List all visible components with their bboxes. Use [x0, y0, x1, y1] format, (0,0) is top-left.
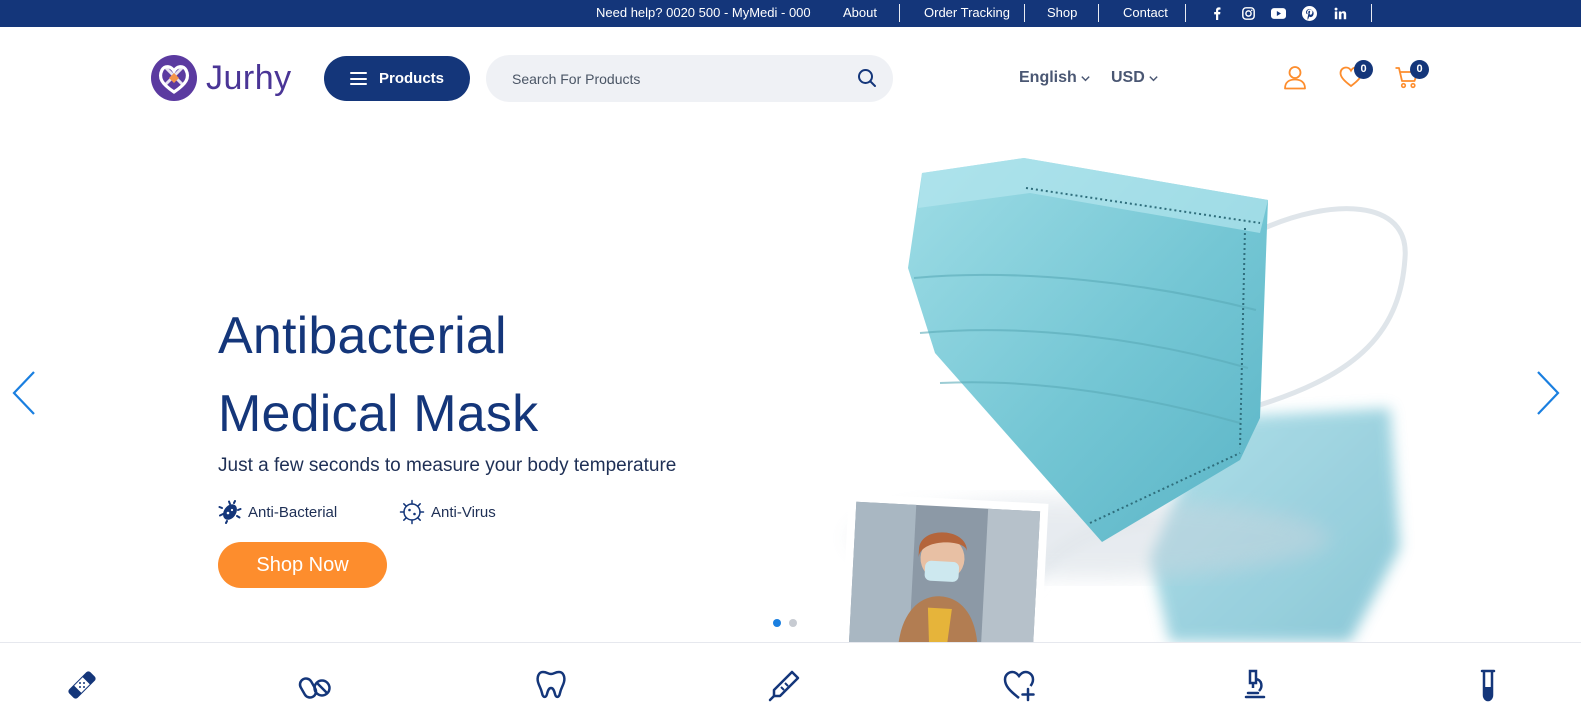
feature-anti-bacterial: Anti-Bacterial [218, 498, 337, 526]
virus-icon [399, 499, 425, 525]
brand-logo[interactable]: Jurhy [150, 53, 300, 103]
products-label: Products [378, 70, 444, 87]
user-icon[interactable] [1282, 64, 1308, 90]
slider-dot-2[interactable] [789, 619, 797, 627]
chevron-left-icon[interactable] [10, 368, 38, 418]
medical-mask-image [840, 158, 1408, 642]
test-tube-icon[interactable] [1470, 667, 1506, 703]
instagram-icon[interactable] [1240, 5, 1256, 21]
order-tracking-link[interactable]: Order Tracking [924, 0, 1010, 27]
chevron-down-icon [1149, 75, 1158, 81]
divider [1185, 4, 1186, 22]
feature-anti-virus: Anti-Virus [399, 498, 496, 526]
products-menu-button[interactable]: Products [324, 56, 470, 101]
logo-icon [151, 55, 197, 101]
heart-plus-icon[interactable] [1002, 667, 1038, 703]
contact-link[interactable]: Contact [1123, 0, 1168, 27]
shop-now-button[interactable]: Shop Now [218, 542, 387, 588]
divider [1371, 4, 1372, 22]
slider-dot-1[interactable] [773, 619, 781, 627]
pills-icon[interactable] [298, 667, 334, 703]
linkedin-icon[interactable] [1332, 5, 1348, 21]
help-text: Need help? 0020 500 - MyMedi - 000 [596, 5, 811, 20]
bandage-icon[interactable] [64, 667, 100, 703]
menu-icon [349, 72, 367, 85]
divider [1024, 4, 1025, 22]
search-input[interactable] [512, 55, 842, 102]
divider [1098, 4, 1099, 22]
hero-title-line2: Medical Mask [218, 385, 539, 443]
category-strip [0, 642, 1581, 725]
cart-count-badge: 0 [1410, 60, 1429, 79]
search-icon[interactable] [857, 68, 877, 88]
slider-dots [773, 619, 805, 627]
tooth-icon[interactable] [533, 667, 569, 703]
facebook-icon[interactable] [1209, 5, 1225, 21]
wishlist-count-badge: 0 [1354, 60, 1373, 79]
bacteria-icon [218, 500, 242, 524]
pinterest-icon[interactable] [1301, 5, 1317, 21]
language-value: English [1019, 69, 1077, 86]
brand-name: Jurhy [206, 58, 292, 97]
language-select[interactable]: English [1019, 68, 1091, 88]
feature-anti-bacterial-label: Anti-Bacterial [248, 503, 338, 521]
syringe-icon[interactable] [767, 667, 803, 703]
search-bar [486, 55, 893, 102]
hero-subtitle: Just a few seconds to measure your body … [218, 455, 677, 476]
about-link[interactable]: About [843, 0, 877, 27]
feature-anti-virus-label: Anti-Virus [431, 503, 496, 521]
chevron-down-icon [1081, 75, 1090, 81]
hero-slider: Antibacterial Medical Mask Just a few se… [0, 118, 1581, 642]
chevron-right-icon[interactable] [1534, 368, 1562, 418]
currency-value: USD [1111, 69, 1145, 86]
currency-select[interactable]: USD [1111, 68, 1159, 88]
top-bar: Need help? 0020 500 - MyMedi - 000 About… [0, 0, 1581, 27]
shop-link[interactable]: Shop [1047, 0, 1077, 27]
microscope-icon[interactable] [1236, 667, 1272, 703]
hero-title-line1: Antibacterial [218, 307, 507, 365]
youtube-icon[interactable] [1270, 5, 1286, 21]
divider [899, 4, 900, 22]
